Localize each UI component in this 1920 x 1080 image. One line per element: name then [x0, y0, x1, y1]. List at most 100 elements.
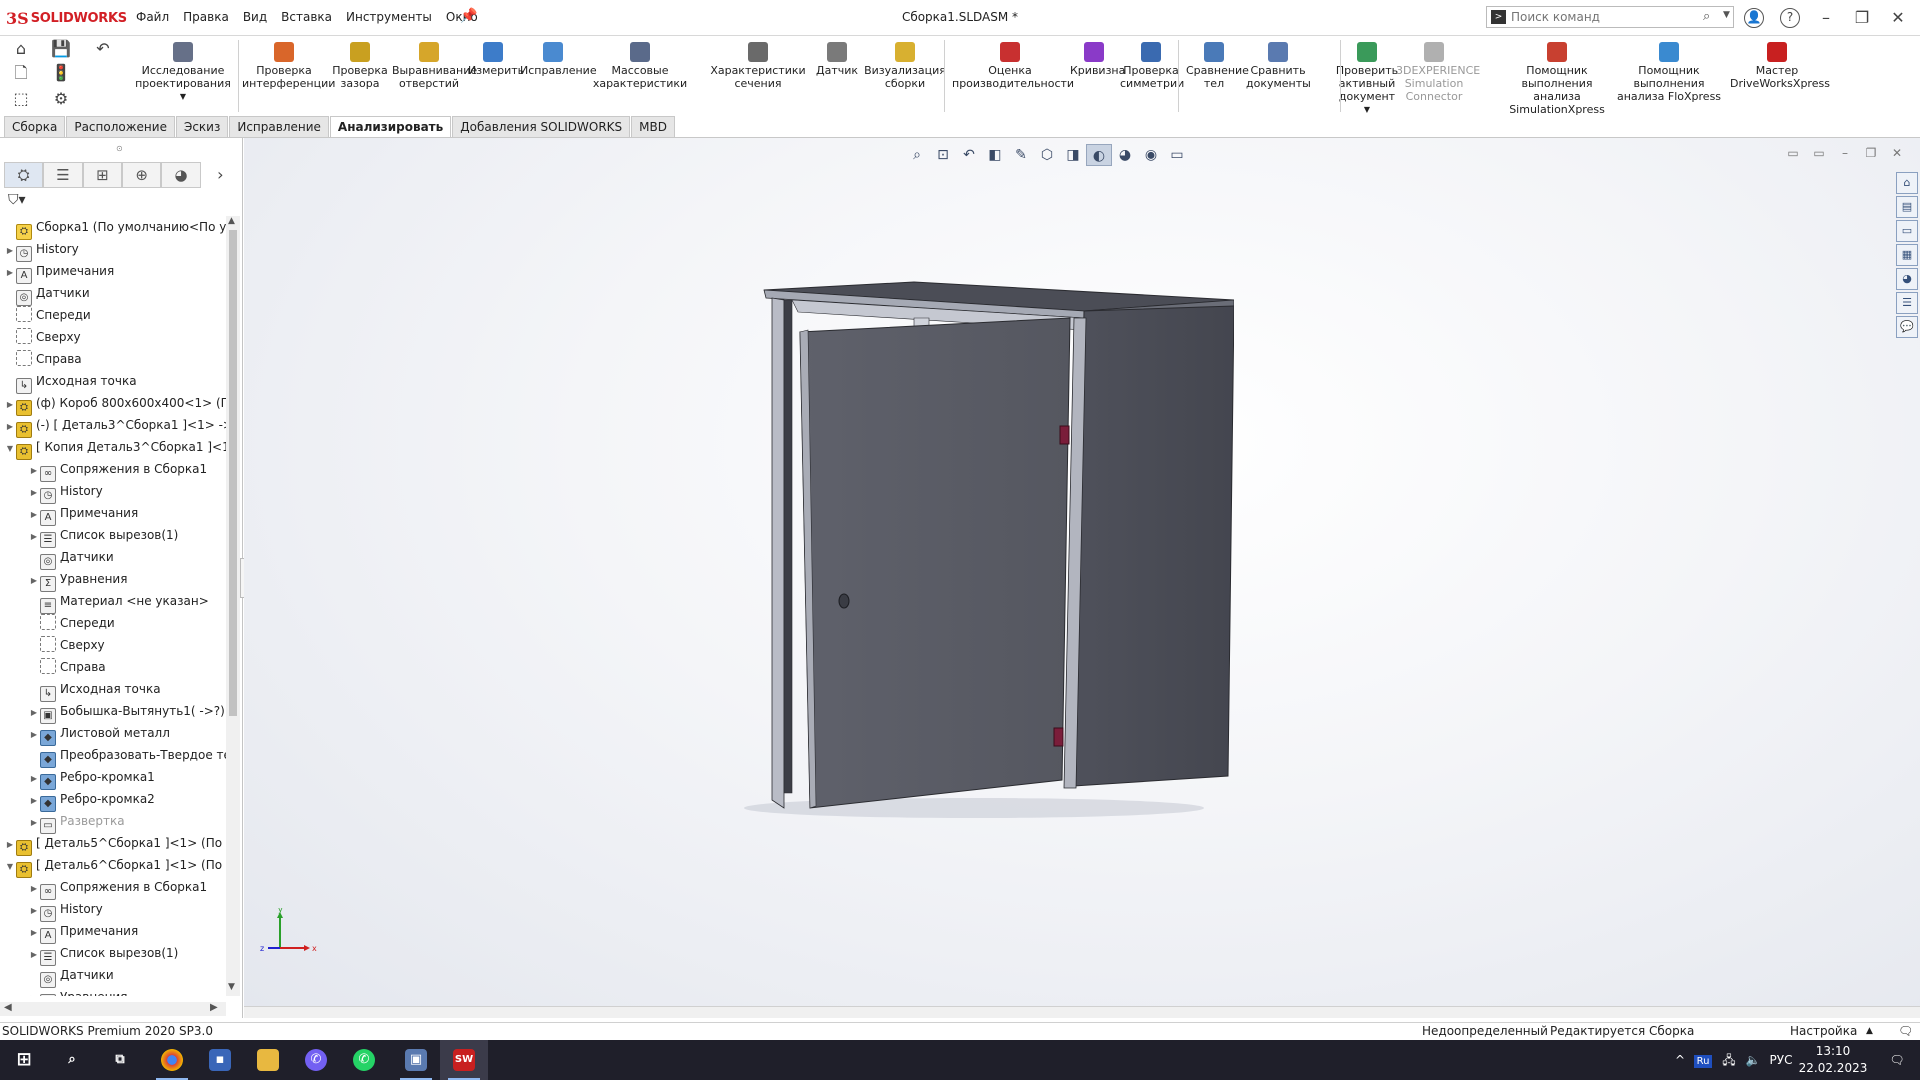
tree-node[interactable]: ▶ ⛭ (-) [ Деталь3^Сборка1 ]<1> -> (	[4, 414, 226, 438]
ribbon-button[interactable]: Сравнить документы	[1246, 42, 1311, 90]
tree-vertical-scrollbar[interactable]: ▲ ▼	[226, 216, 240, 996]
help-icon[interactable]: ?	[1780, 8, 1800, 28]
expand-arrow-icon[interactable]: ▶	[4, 834, 16, 856]
ribbon-button[interactable]: Сравнение тел	[1186, 42, 1249, 90]
expand-arrow-icon[interactable]: ▶	[4, 240, 16, 262]
search-icon[interactable]: ⌕	[1703, 9, 1710, 24]
tree-node[interactable]: ▶ ◆ Листовой металл	[28, 722, 170, 746]
expand-arrow-icon[interactable]: ▶	[28, 768, 40, 790]
volume-icon[interactable]: 🔈	[1742, 1040, 1764, 1080]
undo-icon[interactable]: ↶	[92, 38, 114, 60]
dynamic-annotation-icon[interactable]: ✎	[1008, 144, 1034, 166]
expand-arrow-icon[interactable]: ▶	[28, 570, 40, 592]
viewport-minimize-icon[interactable]: –	[1832, 146, 1858, 160]
command-search[interactable]: > ⌕ ▼	[1486, 6, 1734, 28]
viewport-split-icon[interactable]: ▭	[1780, 146, 1806, 160]
tab-5[interactable]: Добавления SOLIDWORKS	[452, 116, 631, 137]
tree-node[interactable]: Справа	[4, 348, 82, 370]
viewport-restore-icon[interactable]: ❐	[1858, 146, 1884, 160]
ribbon-button[interactable]: Мастер DriveWorksXpress	[1730, 42, 1830, 90]
tree-node[interactable]: ▼ ⛭[ Копия Деталь3^Сборка1 ]<1>	[4, 436, 226, 460]
tree-node[interactable]: ▶ ◷ History	[4, 238, 79, 262]
tab-3[interactable]: Исправление	[229, 116, 329, 137]
previous-view-icon[interactable]: ↶	[956, 144, 982, 166]
tree-node[interactable]: Спереди	[4, 304, 91, 326]
notifications-icon[interactable]: 🗨	[1898, 1023, 1913, 1040]
tree-node[interactable]: ▶ ⛭[ Деталь5^Сборка1 ]<1> (По ум	[4, 832, 226, 856]
expanded-arrow-icon[interactable]: ▼	[4, 438, 16, 460]
tree-node[interactable]: ▶⛭(ф) Короб 800х600х400<1> (По у	[4, 392, 226, 416]
file-explorer-app[interactable]	[244, 1040, 292, 1080]
menu-item[interactable]: Вид	[243, 10, 267, 24]
save-icon[interactable]: 💾	[50, 38, 72, 60]
home-icon[interactable]: ⌂	[10, 38, 32, 60]
notification-center-icon[interactable]: 🗨	[1882, 1040, 1912, 1080]
zoom-to-fit-icon[interactable]: ⌕	[904, 144, 930, 166]
tree-node[interactable]: ▶ ☰ Список вырезов(1)	[28, 942, 178, 966]
chevron-up-icon[interactable]: ^	[1670, 1040, 1690, 1080]
dimxpert-tab-icon[interactable]: ⊕	[122, 162, 162, 188]
tree-node[interactable]: ▶ ◆ Ребро-кромка1	[28, 766, 155, 790]
display-style-icon[interactable]: ◨	[1060, 144, 1086, 166]
section-view-icon[interactable]: ◧	[982, 144, 1008, 166]
tree-node[interactable]: ◎ Датчики	[4, 282, 90, 306]
ribbon-button[interactable]: Измерить	[468, 42, 524, 77]
tree-node[interactable]: Спереди	[28, 612, 115, 634]
door-lock-icon[interactable]	[838, 593, 850, 609]
ribbon-button[interactable]: Характеристики сечения	[710, 42, 806, 90]
expanded-arrow-icon[interactable]: ▼	[4, 856, 16, 878]
ribbon-button[interactable]: Проверка зазора	[330, 42, 390, 90]
ribbon-button[interactable]: Проверка симметрии	[1120, 42, 1184, 90]
edit-appearance-icon[interactable]: ◕	[1112, 144, 1138, 166]
minimize-window-icon[interactable]: –	[1816, 8, 1836, 28]
expand-arrow-icon[interactable]: ▶	[28, 812, 40, 834]
custom-properties-icon[interactable]: ☰	[1896, 292, 1918, 314]
expand-arrow-icon[interactable]: ▶	[28, 724, 40, 746]
pin-icon[interactable]: 📌	[460, 8, 477, 24]
tree-node[interactable]: ▶ ▣ Бобышка-Вытянуть1( ->?)	[28, 700, 225, 724]
ribbon-button[interactable]: Массовые характеристики	[588, 42, 692, 90]
expand-arrow-icon[interactable]: ▶	[28, 702, 40, 724]
configuration-manager-tab-icon[interactable]: ⊞	[82, 162, 123, 188]
apply-scene-icon[interactable]: ◉	[1138, 144, 1164, 166]
chevron-right-icon[interactable]: ›	[201, 162, 240, 188]
scroll-right-icon[interactable]: ▶	[210, 1002, 218, 1013]
view-palette-icon[interactable]: ▦	[1896, 244, 1918, 266]
expand-arrow-icon[interactable]: ▶	[4, 416, 16, 438]
expand-arrow-icon[interactable]: ▶	[4, 394, 16, 416]
solidworks-resources-icon[interactable]: ⌂	[1896, 172, 1918, 194]
design-library-icon[interactable]: ▤	[1896, 196, 1918, 218]
menu-item[interactable]: Файл	[136, 10, 169, 24]
ribbon-button[interactable]: Проверка интерференции	[242, 42, 335, 90]
scroll-up-icon[interactable]: ▲	[228, 216, 235, 226]
tree-node[interactable]: Сверху	[28, 634, 105, 656]
tree-horizontal-scrollbar[interactable]: ◀ ▶	[0, 1002, 226, 1016]
panel-grip-icon[interactable]: ⊙	[116, 144, 123, 153]
property-manager-tab-icon[interactable]: ☰	[43, 162, 83, 188]
zoom-to-area-icon[interactable]: ⊡	[930, 144, 956, 166]
tree-node[interactable]: ▶ A Примечания	[28, 502, 138, 526]
tree-node[interactable]: ◆ Преобразовать-Твердое тел	[28, 744, 226, 768]
tab-4[interactable]: Анализировать	[329, 116, 452, 137]
expand-arrow-icon[interactable]: ▶	[28, 922, 40, 944]
forum-icon[interactable]: 💬	[1896, 316, 1918, 338]
new-document-icon[interactable]: 🗋	[10, 62, 32, 84]
tab-2[interactable]: Эскиз	[175, 116, 229, 137]
menu-item[interactable]: Инструменты	[346, 10, 432, 24]
tab-6[interactable]: MBD	[631, 116, 675, 137]
chevron-up-icon[interactable]: ▲	[1866, 1023, 1873, 1040]
solidworks-logo[interactable]: 3S SOLIDWORKS	[6, 8, 127, 28]
viewport-split2-icon[interactable]: ▭	[1806, 146, 1832, 160]
task-view-button[interactable]: ⧉	[96, 1040, 144, 1080]
expand-arrow-icon[interactable]: ▶	[28, 790, 40, 812]
tree-node[interactable]: ▶ ◷ History	[28, 898, 103, 922]
expand-arrow-icon[interactable]: ▶	[28, 944, 40, 966]
scroll-left-icon[interactable]: ◀	[4, 1002, 12, 1013]
expand-arrow-icon[interactable]: ▶	[28, 988, 40, 996]
tree-node[interactable]: Сверху	[4, 326, 81, 348]
restore-window-icon[interactable]: ❐	[1852, 8, 1872, 28]
cabinet-door[interactable]	[799, 317, 1071, 809]
menu-item[interactable]: Правка	[183, 10, 229, 24]
viber-app[interactable]: ✆	[292, 1040, 340, 1080]
file-explorer-icon[interactable]: ▭	[1896, 220, 1918, 242]
